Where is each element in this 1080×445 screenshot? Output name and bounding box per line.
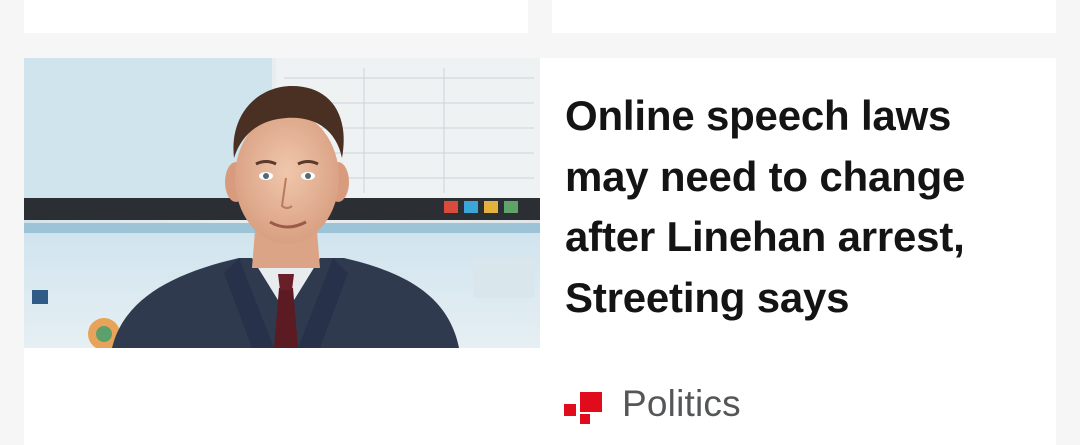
section-tag[interactable]: Politics [564,376,741,432]
news-story-card[interactable]: Online speech laws may need to change af… [24,58,1056,445]
story-thumbnail[interactable] [24,58,540,348]
section-label: Politics [622,383,741,424]
story-headline[interactable]: Online speech laws may need to change af… [565,86,1045,328]
section-marker-icon [564,384,604,424]
previous-story-card-left[interactable] [24,0,528,33]
previous-story-card-right[interactable] [552,0,1056,33]
